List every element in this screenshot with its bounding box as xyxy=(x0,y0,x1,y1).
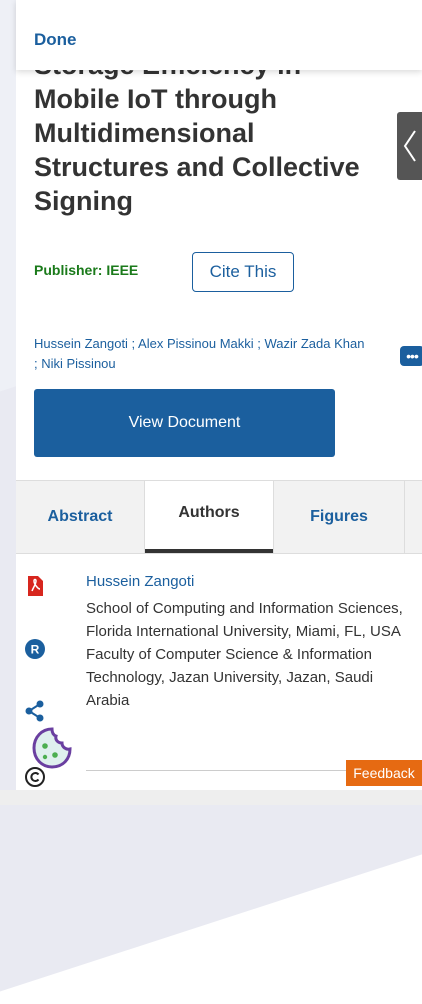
cite-this-button[interactable]: Cite This xyxy=(192,252,294,292)
pdf-icon[interactable] xyxy=(24,575,46,597)
chevron-left-icon xyxy=(403,130,416,162)
top-bar: Done xyxy=(16,0,422,70)
tab-active-indicator xyxy=(145,549,273,553)
section-divider xyxy=(86,770,376,771)
tab-figures[interactable]: Figures xyxy=(274,481,404,553)
svg-text:R: R xyxy=(31,643,40,657)
publisher-label: Publisher: IEEE xyxy=(34,262,139,278)
author-list[interactable]: Hussein Zangoti ; Alex Pissinou Makki ; … xyxy=(34,334,369,374)
view-document-button[interactable]: View Document xyxy=(34,389,335,457)
tab-abstract[interactable]: Abstract xyxy=(16,481,144,553)
tab-divider xyxy=(404,481,405,553)
article-title: Storage Efficiency in Mobile IoT through… xyxy=(34,50,360,216)
author-name-link[interactable]: Hussein Zangoti xyxy=(86,573,194,590)
done-button[interactable]: Done xyxy=(34,30,77,50)
article-panel: Storage Efficiency in Mobile IoT through… xyxy=(16,0,422,805)
feedback-button[interactable]: Feedback xyxy=(346,760,422,786)
share-icon[interactable] xyxy=(24,700,46,722)
side-panel-toggle[interactable] xyxy=(397,112,422,180)
rights-icon[interactable]: R xyxy=(24,638,46,660)
tab-authors[interactable]: Authors xyxy=(144,481,274,553)
cookie-icon[interactable] xyxy=(30,726,74,770)
tab-bar: Abstract Authors Figures xyxy=(16,480,422,554)
author-affiliation: School of Computing and Information Scie… xyxy=(86,600,403,709)
tab-authors-label: Authors xyxy=(178,504,240,521)
more-authors-button[interactable]: ••• xyxy=(400,346,422,366)
bottom-strip xyxy=(0,790,422,805)
